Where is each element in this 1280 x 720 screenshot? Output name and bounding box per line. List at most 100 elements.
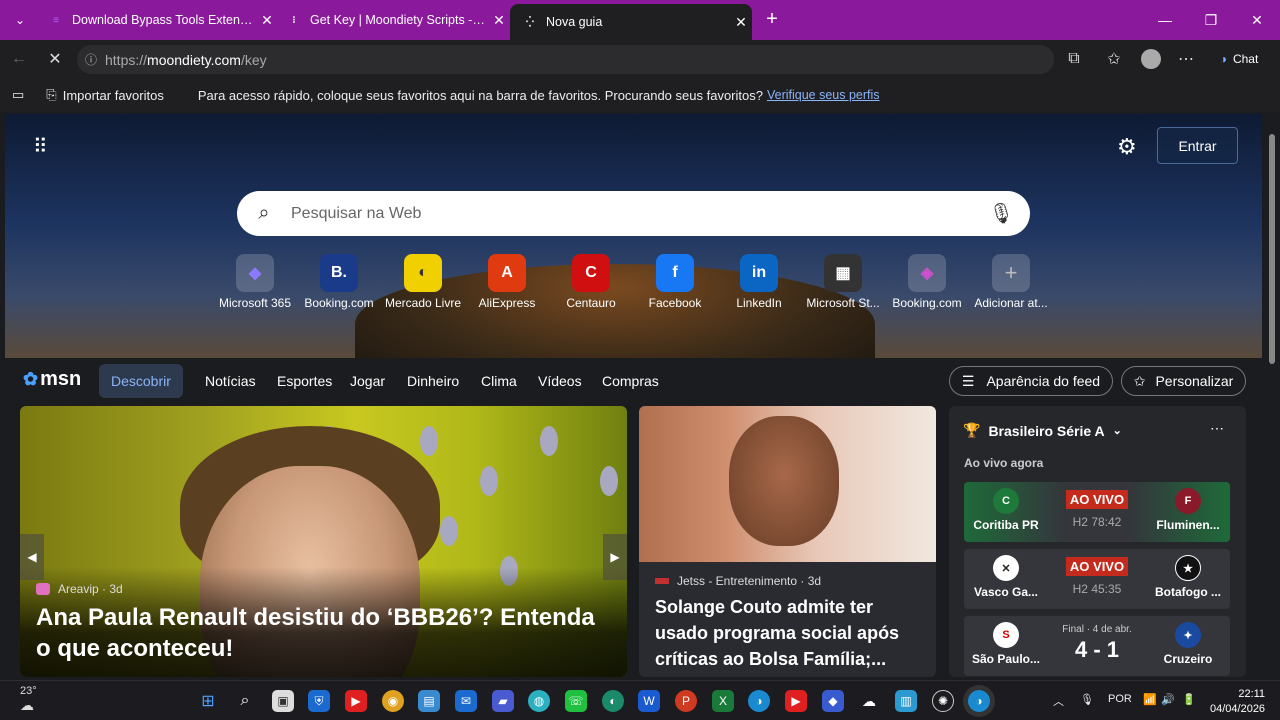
quick-link-facebook[interactable]: f Facebook <box>633 254 717 310</box>
powerpoint-icon[interactable]: P <box>675 690 697 712</box>
youtube-music-icon[interactable]: ▶ <box>785 690 807 712</box>
tab-get-key[interactable]: ⁝ Get Key | Moondiety Scripts - Best ✕ <box>274 0 510 40</box>
stop-loading-icon[interactable]: ✕ <box>42 46 68 72</box>
edge-dev-icon[interactable]: ◐ <box>602 690 624 712</box>
notepad-icon[interactable]: ▥ <box>895 690 917 712</box>
tab-dinheiro[interactable]: Dinheiro <box>407 364 459 398</box>
app-launcher-grid-icon[interactable]: ⠿ <box>33 134 61 162</box>
minimize-icon[interactable]: — <box>1142 0 1188 40</box>
tab-descobrir[interactable]: Descobrir <box>99 364 183 398</box>
tab-download-bypass[interactable]: ≡ Download Bypass Tools Extension ✕ <box>36 0 278 40</box>
quick-link-mercado-livre[interactable]: ◐ Mercado Livre <box>381 254 465 310</box>
sidebar-toggle-icon[interactable]: ▭ <box>12 87 24 103</box>
more-options-icon[interactable]: ⋯ <box>1210 420 1224 437</box>
tab-actions-chevron-icon[interactable]: ⌄ <box>8 8 32 32</box>
card-title[interactable]: Solange Couto admite ter usado programa … <box>655 594 925 672</box>
roblox-icon[interactable]: ◆ <box>822 690 844 712</box>
store-icon[interactable]: ▰ <box>492 690 514 712</box>
photos-icon[interactable]: ▤ <box>418 690 440 712</box>
jetss-logo-icon <box>655 578 669 584</box>
weather-widget[interactable]: 23° ☁ <box>20 685 37 714</box>
tab-clima[interactable]: Clima <box>481 364 517 398</box>
task-view-icon[interactable]: ▣ <box>272 690 294 712</box>
quick-link-microsoft-store[interactable]: ▦ Microsoft St... <box>801 254 885 310</box>
away-team: Botafogo ... <box>1155 585 1221 599</box>
msn-logo[interactable]: ✿ msn <box>23 368 81 391</box>
wifi-icon[interactable]: 📶 <box>1143 693 1157 706</box>
match-score: 4 - 1 <box>1074 637 1120 662</box>
carousel-next-arrow-icon[interactable]: ▶ <box>603 534 627 580</box>
tab-jogar[interactable]: Jogar <box>350 364 385 398</box>
profile-avatar-icon[interactable] <box>1138 46 1164 72</box>
quick-link-aliexpress[interactable]: A AliExpress <box>465 254 549 310</box>
feed-appearance-label: Aparência do feed <box>986 373 1101 389</box>
address-bar[interactable]: ⓘ https://moondiety.com/key <box>77 45 1054 74</box>
import-favorites-button[interactable]: Importar favoritos <box>63 88 164 103</box>
close-window-icon[interactable]: ✕ <box>1234 0 1280 40</box>
chatgpt-icon[interactable]: ✺ <box>932 690 954 712</box>
tab-esportes[interactable]: Esportes <box>277 364 332 398</box>
phone-link-icon[interactable]: ☏ <box>565 690 587 712</box>
back-arrow-icon[interactable]: ← <box>6 46 32 72</box>
sign-in-button[interactable]: Entrar <box>1157 127 1238 164</box>
news-card-secondary[interactable]: Jetss - Entretenimento · 3d Solange Cout… <box>639 406 936 677</box>
quick-link-booking-2[interactable]: ◈ Booking.com <box>885 254 969 310</box>
outlook-icon[interactable]: ✉ <box>455 690 477 712</box>
match-card[interactable]: S São Paulo... Final · 4 de abr. 4 - 1 ✦ Cr… <box>964 616 1230 676</box>
personalize-button[interactable]: ✩ Personalizar <box>1121 366 1246 396</box>
quick-link-add[interactable]: + Adicionar at... <box>969 254 1053 310</box>
web-search-box[interactable]: ⌕ Pesquisar na Web 🎙 <box>237 191 1030 236</box>
copilot-chat-button[interactable]: ◑ Chat <box>1210 46 1268 72</box>
language-indicator[interactable]: POR <box>1108 693 1132 705</box>
volume-icon[interactable]: 🔊 <box>1161 693 1175 706</box>
tab-compras[interactable]: Compras <box>602 364 659 398</box>
battery-icon[interactable]: 🔋 <box>1182 693 1196 706</box>
match-card[interactable]: C Coritiba PR AO VIVO H2 78:42 F Fluminen..… <box>964 482 1230 542</box>
site-info-icon[interactable]: ⓘ <box>77 51 105 68</box>
edge-icon[interactable]: ◑ <box>748 690 770 712</box>
word-icon[interactable]: W <box>638 690 660 712</box>
quick-link-microsoft-365[interactable]: ◆ Microsoft 365 <box>213 254 297 310</box>
carousel-prev-arrow-icon[interactable]: ◀ <box>20 534 44 580</box>
search-input[interactable]: Pesquisar na Web <box>291 205 421 223</box>
close-tab-icon[interactable]: ✕ <box>730 14 752 31</box>
article-photo <box>639 406 936 562</box>
more-options-icon[interactable]: ⋯ <box>1173 46 1199 72</box>
settings-gear-icon[interactable]: ⚙ <box>1117 134 1137 160</box>
favorites-icon[interactable]: ✩ <box>1101 46 1127 72</box>
cloud-app-icon[interactable]: ☁ <box>858 690 880 712</box>
excel-icon[interactable]: X <box>712 690 734 712</box>
close-tab-icon[interactable]: ✕ <box>488 12 510 29</box>
youtube-icon[interactable]: ▶ <box>345 690 367 712</box>
tab-videos[interactable]: Vídeos <box>538 364 582 398</box>
extensions-icon[interactable]: ⧉ <box>1061 46 1087 72</box>
system-clock[interactable]: 22:11 04/04/2026 <box>1210 687 1265 718</box>
microphone-icon[interactable]: 🎙 <box>989 201 1014 226</box>
show-hidden-icons-chevron-icon[interactable]: ︿ <box>1053 693 1064 709</box>
quick-link-booking[interactable]: B. Booking.com <box>297 254 381 310</box>
card-title[interactable]: Ana Paula Renault desistiu do ‘BBB26’? E… <box>36 602 606 664</box>
page-scrollbar[interactable] <box>1264 114 1280 677</box>
search-icon[interactable]: ⌕ <box>234 690 256 712</box>
tab-noticias[interactable]: Notícias <box>205 364 256 398</box>
news-card-featured[interactable]: ◀ ▶ Areavip · 3d Ana Paula Renault desis… <box>20 406 627 677</box>
star-sparkle-icon: ✩ <box>1133 372 1146 389</box>
league-selector[interactable]: 🏆 Brasileiro Série A ⌄ <box>963 422 1122 439</box>
match-card[interactable]: ✕ Vasco Ga... AO VIVO H2 45:35 ★ Botafogo .… <box>964 549 1230 609</box>
new-tab-plus-icon[interactable]: + <box>760 8 784 32</box>
import-favorites-icon[interactable]: ⎘ <box>46 87 56 103</box>
restore-icon[interactable]: ❐ <box>1188 0 1234 40</box>
defender-shield-icon[interactable]: ⛨ <box>308 690 330 712</box>
personalize-label: Personalizar <box>1155 373 1234 389</box>
chrome-icon[interactable]: ◉ <box>382 690 404 712</box>
check-profiles-link[interactable]: Verifique seus perfis <box>767 88 880 102</box>
quick-link-linkedin[interactable]: in LinkedIn <box>717 254 801 310</box>
scrollbar-thumb[interactable] <box>1269 134 1275 364</box>
edge-active-icon[interactable]: ◑ <box>968 690 990 712</box>
zoom-icon[interactable]: ◍ <box>528 690 550 712</box>
feed-appearance-button[interactable]: ☰ Aparência do feed <box>949 366 1113 396</box>
windows-start-icon[interactable]: ⊞ <box>197 690 219 712</box>
microphone-tray-icon[interactable]: 🎙 <box>1080 693 1094 706</box>
tab-nova-guia[interactable]: ⁛ Nova guia ✕ <box>510 4 752 40</box>
quick-link-centauro[interactable]: C Centauro <box>549 254 633 310</box>
